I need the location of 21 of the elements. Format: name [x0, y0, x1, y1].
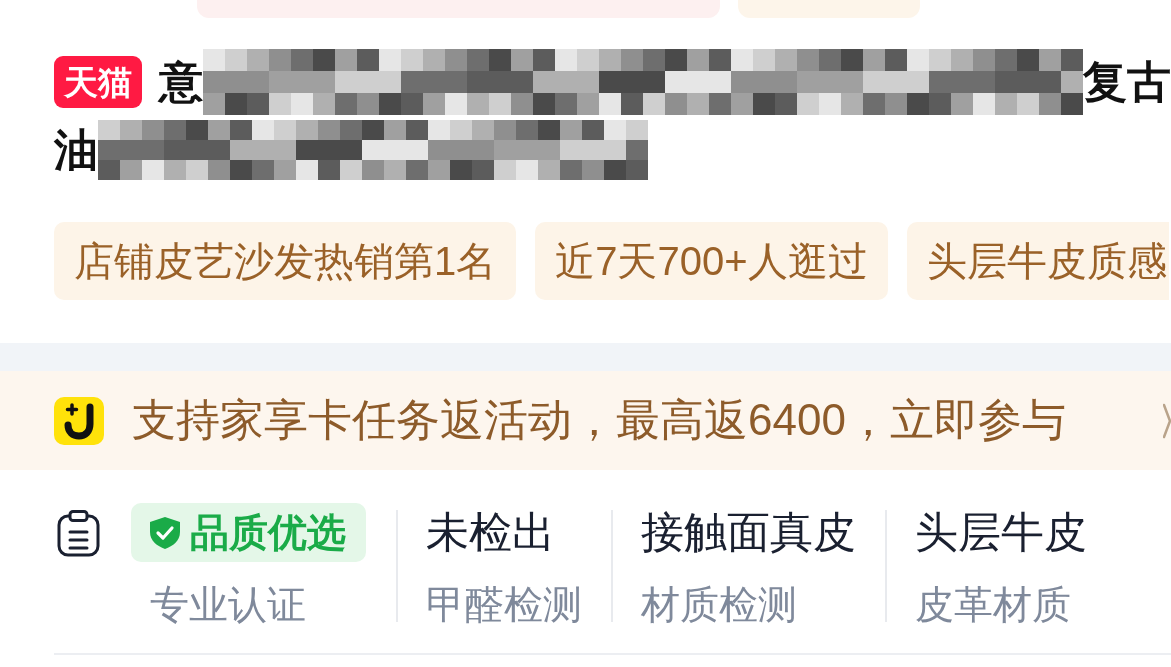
platform-badge: 天猫: [54, 56, 142, 108]
title-text: 复古: [1083, 56, 1171, 108]
title-text: 油: [54, 124, 98, 176]
attribute-label: 专业认证: [149, 582, 307, 628]
highlight-tag: 近7天700+人逛过: [535, 222, 888, 300]
title-text: 意: [159, 56, 203, 108]
attribute-label: 皮革材质: [915, 582, 1072, 628]
promo-text: 支持家享卡任务返活动，最高返6400，立即参与: [132, 394, 1066, 446]
highlight-tag: 店铺皮艺沙发热销第1名: [54, 222, 517, 300]
attribute-label: 甲醛检测: [426, 582, 582, 628]
card-logo-icon: [54, 396, 104, 445]
attribute-value: 未检出: [426, 507, 556, 558]
attribute-value: 接触面真皮: [641, 507, 856, 558]
highlight-tag: 头层牛皮质感: [906, 222, 1169, 300]
promo-banner[interactable]: 支持家享卡任务返活动，最高返6400，立即参与: [0, 371, 1171, 470]
attribute-value: 头层牛皮: [915, 507, 1087, 558]
badge-text: 品质优选: [190, 509, 346, 556]
clipboard-icon: [57, 510, 100, 557]
chevron-icon: [1163, 402, 1171, 439]
shield-check-icon: [150, 516, 180, 549]
attribute-label: 材质检测: [641, 582, 798, 628]
